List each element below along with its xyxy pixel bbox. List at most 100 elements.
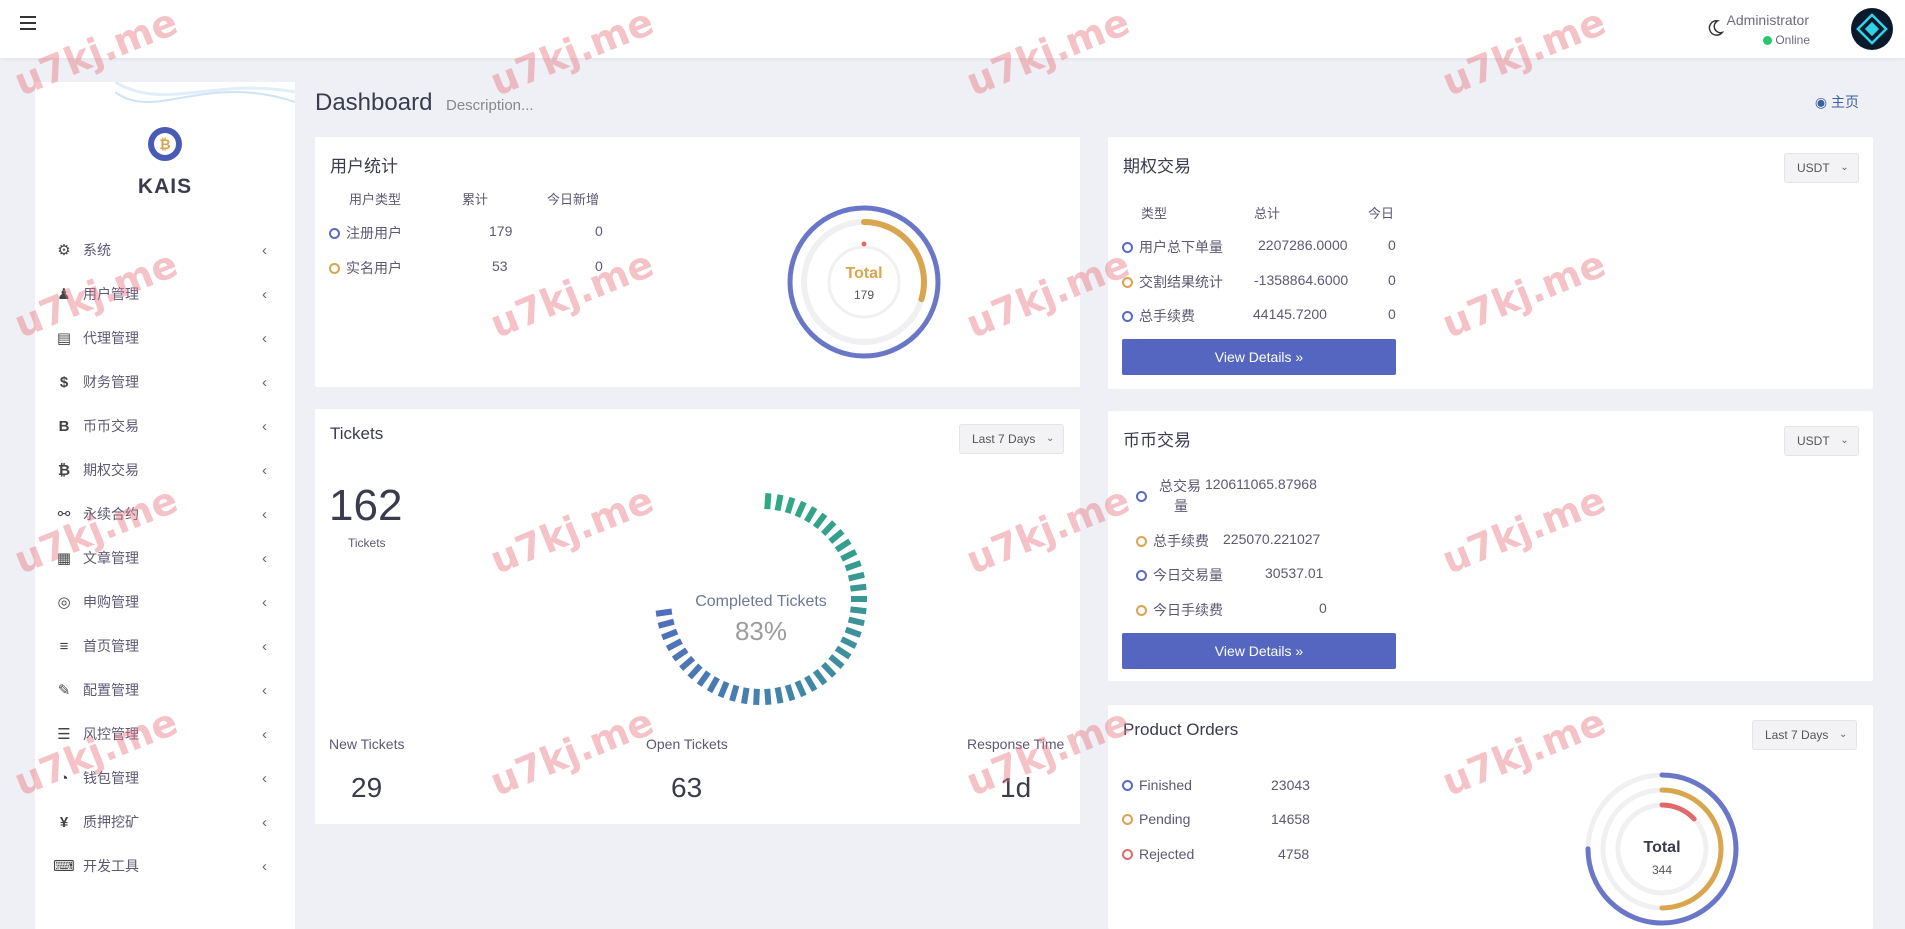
sidebar-item[interactable]: $ 财务管理 ‹: [35, 360, 295, 404]
row-label: 今日交易量: [1153, 567, 1223, 583]
blue-ring-icon: [1136, 491, 1147, 502]
registered-total: 179: [489, 223, 513, 239]
row-value: 0: [1319, 600, 1327, 616]
list-item: Rejected: [1122, 846, 1194, 862]
gauge-tick: [661, 628, 679, 641]
menu-toggle-icon[interactable]: [20, 16, 36, 30]
dark-mode-moon-icon[interactable]: [1706, 19, 1724, 37]
sidebar-item[interactable]: ≡ 首页管理 ‹: [35, 624, 295, 668]
new-tickets-value: 29: [351, 772, 383, 803]
sidebar-item-label: 首页管理: [83, 638, 139, 654]
open-tickets-label: Open Tickets: [646, 736, 728, 752]
sidebar-item[interactable]: ▦ 文章管理 ‹: [35, 536, 295, 580]
row-value: 30537.01: [1265, 565, 1324, 581]
sidebar-item[interactable]: ¥ 质押挖矿 ‹: [35, 800, 295, 844]
red-ring-icon: [1122, 849, 1133, 860]
chevron-left-icon: ‹: [262, 682, 267, 699]
gauge-tick: [812, 512, 828, 530]
orange-ring-icon: [1136, 536, 1147, 547]
tickets-card: Tickets Last 7 Days ⌄ 162 Tickets Complet…: [315, 409, 1080, 824]
gauge-tick: [850, 583, 867, 592]
response-time-label: Response Time: [967, 736, 1065, 752]
sidebar-item-label: 期权交易: [83, 462, 139, 478]
sidebar-item[interactable]: ☰ 风控管理 ‹: [35, 712, 295, 756]
sidebar-item-label: 文章管理: [83, 550, 139, 566]
chevron-down-icon: ⌄: [1840, 162, 1849, 173]
blue-ring-icon: [1122, 242, 1133, 253]
row-label: 交割结果统计: [1139, 274, 1223, 290]
chevron-down-icon: ⌄: [1840, 435, 1849, 446]
lifebuoy-icon: ◎: [57, 594, 71, 611]
list-bullets-icon: ☰: [57, 726, 71, 743]
home-breadcrumb-link[interactable]: ◉ 主页: [1815, 92, 1859, 112]
row-label: 实名用户: [346, 260, 402, 276]
user-name[interactable]: Administrator: [1727, 12, 1809, 28]
gauge-value: 83%: [735, 616, 787, 646]
view-details-button[interactable]: View Details »: [1122, 339, 1396, 375]
row-label: 总手续费: [1139, 308, 1195, 324]
gauge-tick: [840, 636, 858, 649]
donut-label: Total: [845, 265, 882, 282]
gear-icon: ⚙: [57, 242, 71, 259]
gauge-tick: [764, 493, 772, 510]
gauge-tick: [784, 684, 796, 702]
sidebar-item-label: 永续合约: [83, 506, 139, 522]
sidebar-item[interactable]: B 币币交易 ‹: [35, 404, 295, 448]
sidebar-item-label: 开发工具: [83, 858, 139, 874]
gauge-label: Completed Tickets: [695, 593, 827, 610]
gauge-tick: [717, 681, 730, 699]
kais-logo-icon: ₿: [148, 127, 182, 161]
sidebar-item[interactable]: ▤ 代理管理 ‹: [35, 316, 295, 360]
sidebar-item-label: 钱包管理: [83, 770, 139, 786]
chevron-left-icon: ‹: [262, 330, 267, 347]
list-item: 今日交易量: [1136, 565, 1223, 585]
currency-select[interactable]: USDT ⌄: [1784, 153, 1859, 183]
chevron-left-icon: ‹: [262, 462, 267, 479]
online-dot-icon: [1763, 36, 1773, 45]
gauge-tick: [821, 520, 837, 536]
row-value: 23043: [1271, 777, 1310, 793]
sidebar-item[interactable]: ◎ 申购管理 ‹: [35, 580, 295, 624]
spot-total-volume-value: 120611065.87968: [1205, 476, 1317, 492]
sidebar: ₿ KAIS ⚙ 系统 ‹ ♟ 用户管理 ‹ ▤ 代理管理 ‹ $ 财务管理 ‹ B 币币交易 ‹ ₿ 期权交易…: [35, 82, 295, 929]
sidebar-item[interactable]: ⌨ 开发工具 ‹: [35, 844, 295, 888]
date-range-select[interactable]: Last 7 Days ⌄: [959, 424, 1065, 454]
view-details-button[interactable]: View Details »: [1122, 633, 1396, 669]
sidebar-item[interactable]: ⚯ 永续合约 ‹: [35, 492, 295, 536]
sidebar-item[interactable]: ⚙ 系统 ‹: [35, 228, 295, 272]
sidebar-item[interactable]: ✎ 配置管理 ‹: [35, 668, 295, 712]
user-stats-title: 用户统计: [330, 157, 398, 176]
chevron-left-icon: ‹: [262, 858, 267, 875]
response-time-value: 1d: [1000, 772, 1032, 803]
verified-total: 53: [492, 258, 508, 274]
chevron-left-icon: ‹: [262, 814, 267, 831]
row-label: 今日手续费: [1153, 602, 1223, 618]
sidebar-item[interactable]: ₿ 期权交易 ‹: [35, 448, 295, 492]
gauge-tick: [687, 663, 703, 680]
avatar[interactable]: [1851, 8, 1893, 50]
date-range-select[interactable]: Last 7 Days ⌄: [1752, 720, 1858, 750]
chevron-left-icon: ‹: [262, 770, 267, 787]
wrench-icon: ✎: [57, 682, 71, 699]
row-total: 44145.7200: [1253, 306, 1327, 322]
col-header-type: 类型: [1141, 206, 1168, 221]
row-label: 注册用户: [346, 225, 402, 241]
chevron-left-icon: ‹: [262, 550, 267, 567]
donut-value: 344: [1652, 863, 1672, 877]
gauge-tick: [655, 608, 673, 617]
chevron-left-icon: ‹: [262, 506, 267, 523]
registered-today: 0: [595, 223, 603, 239]
row-today: 0: [1388, 237, 1396, 253]
blue-ring-icon: [1122, 311, 1133, 322]
options-title: 期权交易: [1123, 157, 1191, 176]
sidebar-item[interactable]: ◔ 钱包管理 ‹: [35, 756, 295, 800]
currency-select[interactable]: USDT ⌄: [1784, 426, 1859, 456]
completed-tickets-gauge: Completed Tickets 83%: [655, 493, 867, 706]
top-navbar: Administrator Online: [0, 0, 1905, 58]
gauge-tick: [847, 571, 865, 582]
sidebar-item-label: 风控管理: [83, 726, 139, 742]
verified-today: 0: [595, 258, 603, 274]
chevron-left-icon: ‹: [262, 638, 267, 655]
sidebar-item[interactable]: ♟ 用户管理 ‹: [35, 272, 295, 316]
gauge-tick: [729, 684, 740, 702]
